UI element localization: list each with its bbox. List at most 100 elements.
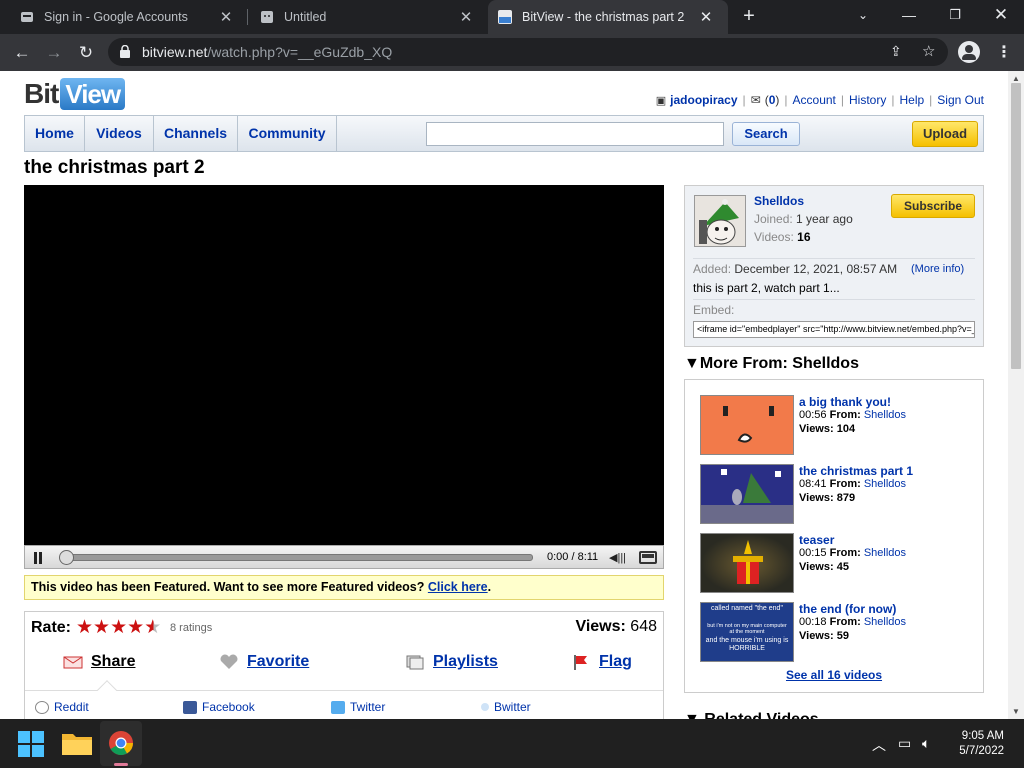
video-thumbnail[interactable] bbox=[700, 464, 794, 524]
uploader-info: Shelldos Joined: 1 year ago Videos: 16 S… bbox=[684, 185, 984, 347]
video-thumbnail[interactable]: called named "the end" but i'm not on my… bbox=[700, 602, 794, 662]
tab-untitled[interactable]: Untitled ✕ bbox=[248, 0, 488, 34]
pause-icon[interactable] bbox=[33, 552, 43, 564]
seek-handle[interactable] bbox=[59, 550, 74, 565]
nav-community[interactable]: Community bbox=[238, 116, 337, 151]
list-item[interactable]: the christmas part 1 08:41 From: Shelldo… bbox=[700, 464, 970, 526]
google-favicon-icon bbox=[21, 12, 33, 22]
video-thumbnail[interactable] bbox=[700, 395, 794, 455]
tab-title: BitView - the christmas part 2 bbox=[522, 10, 685, 24]
related-videos-header[interactable]: ▼ Related Videos bbox=[684, 711, 819, 719]
bitview-logo[interactable]: Bit View bbox=[24, 77, 126, 111]
featured-link[interactable]: Click here bbox=[428, 580, 488, 594]
close-tab-icon[interactable]: ✕ bbox=[218, 8, 234, 26]
share-icon[interactable]: ⇪ bbox=[890, 43, 902, 60]
list-item[interactable]: a big thank you! 00:56 From: Shelldos Vi… bbox=[700, 395, 970, 457]
share-facebook[interactable]: Facebook bbox=[183, 700, 255, 714]
star-rating[interactable]: ★ ★ ★ ★ ★ bbox=[76, 618, 161, 638]
reddit-icon bbox=[35, 700, 49, 714]
list-item[interactable]: called named "the end" but i'm not on my… bbox=[700, 602, 970, 664]
video-views: Views: 45 bbox=[799, 561, 849, 573]
network-icon[interactable]: ▭ bbox=[898, 735, 911, 752]
share-twitter[interactable]: Twitter bbox=[331, 700, 385, 714]
video-title-link[interactable]: the christmas part 1 bbox=[799, 464, 913, 478]
subscribe-button[interactable]: Subscribe bbox=[891, 194, 975, 218]
page-scrollbar[interactable]: ▲ ▼ bbox=[1008, 71, 1024, 719]
uploader-name[interactable]: Shelldos bbox=[754, 194, 804, 208]
forward-button[interactable]: → bbox=[42, 41, 66, 65]
uploader-avatar[interactable] bbox=[694, 195, 746, 247]
share-reddit[interactable]: Reddit bbox=[35, 700, 89, 714]
video-title-link[interactable]: a big thank you! bbox=[799, 395, 891, 409]
chrome-taskbar-button[interactable] bbox=[100, 721, 142, 766]
file-explorer-icon[interactable] bbox=[62, 731, 92, 755]
nav-channels[interactable]: Channels bbox=[154, 116, 238, 151]
volume-tray-icon[interactable]: 🔈︎ bbox=[922, 735, 930, 752]
browser-menu-icon[interactable]: ⋮ bbox=[996, 42, 1012, 62]
close-tab-icon[interactable]: ✕ bbox=[458, 8, 474, 26]
search-button[interactable]: Search bbox=[732, 122, 800, 146]
bookmark-star-icon[interactable]: ☆ bbox=[922, 42, 935, 60]
see-all-videos-link[interactable]: See all 16 videos bbox=[685, 668, 983, 682]
fullscreen-icon[interactable] bbox=[639, 551, 657, 564]
show-hidden-icons[interactable]: ︿ bbox=[872, 735, 886, 755]
minimize-button[interactable]: — bbox=[886, 0, 932, 30]
video-title-link[interactable]: teaser bbox=[799, 533, 834, 547]
history-link[interactable]: History bbox=[849, 93, 886, 107]
upload-button[interactable]: Upload bbox=[912, 121, 978, 147]
mail-icon[interactable]: ✉ bbox=[751, 93, 761, 107]
account-link[interactable]: Account bbox=[793, 93, 836, 107]
list-item[interactable]: teaser 00:15 From: Shelldos Views: 45 bbox=[700, 533, 970, 595]
facebook-icon bbox=[183, 700, 197, 714]
username-link[interactable]: jadoopiracy bbox=[670, 93, 737, 107]
half-star-icon[interactable]: ★ bbox=[144, 618, 161, 638]
close-window-button[interactable]: ✕ bbox=[978, 0, 1024, 30]
new-tab-button[interactable]: + bbox=[738, 5, 760, 27]
back-button[interactable]: ← bbox=[10, 41, 34, 65]
video-title-link[interactable]: the end (for now) bbox=[799, 602, 896, 616]
star-icon[interactable]: ★ bbox=[76, 618, 93, 638]
more-from-list: a big thank you! 00:56 From: Shelldos Vi… bbox=[684, 379, 984, 693]
reload-button[interactable]: ↻ bbox=[74, 41, 98, 65]
heart-icon bbox=[220, 654, 238, 669]
search-input[interactable] bbox=[426, 122, 724, 146]
embed-code-field[interactable]: <iframe id="embedplayer" src="http://www… bbox=[693, 321, 975, 338]
flag-button[interactable]: Flag bbox=[571, 653, 632, 671]
address-bar[interactable]: bitview.net/watch.php?v=__eGuZdb_XQ ⇪ ☆ bbox=[108, 38, 948, 66]
video-thumbnail[interactable] bbox=[700, 533, 794, 593]
star-icon[interactable]: ★ bbox=[127, 618, 144, 638]
sign-out-link[interactable]: Sign Out bbox=[937, 93, 984, 107]
browser-toolbar: ← → ↻ bitview.net/watch.php?v=__eGuZdb_X… bbox=[0, 34, 1024, 71]
system-clock[interactable]: 9:05 AM 5/7/2022 bbox=[959, 729, 1004, 759]
star-icon[interactable]: ★ bbox=[93, 618, 110, 638]
more-from-header[interactable]: ▼More From: Shelldos bbox=[684, 355, 859, 373]
seek-bar[interactable] bbox=[61, 554, 533, 561]
playlists-button[interactable]: Playlists bbox=[405, 653, 498, 671]
star-icon[interactable]: ★ bbox=[110, 618, 127, 638]
share-panel: Reddit Facebook Twitter Bwitter bbox=[25, 680, 663, 719]
share-bwitter[interactable]: Bwitter bbox=[481, 700, 531, 714]
page-content: Bit View ▣ jadoopiracy | ✉ (0) | Account… bbox=[0, 71, 1008, 719]
uploader-video-count: Videos: 16 bbox=[754, 230, 811, 244]
share-button[interactable]: Share bbox=[63, 653, 135, 671]
restore-button[interactable]: ❐ bbox=[932, 0, 978, 30]
nav-home[interactable]: Home bbox=[25, 116, 85, 151]
featured-notice: This video has been Featured. Want to se… bbox=[24, 575, 664, 600]
volume-icon[interactable]: ◀||| bbox=[609, 551, 626, 564]
profile-avatar-icon[interactable] bbox=[958, 41, 980, 63]
more-info-link[interactable]: (More info) bbox=[911, 263, 964, 275]
favorite-button[interactable]: Favorite bbox=[219, 653, 309, 671]
windows-start-icon[interactable] bbox=[18, 731, 44, 757]
close-tab-icon[interactable]: ✕ bbox=[698, 8, 714, 26]
tab-google-accounts[interactable]: Sign in - Google Accounts ✕ bbox=[0, 0, 248, 34]
tab-bitview[interactable]: BitView - the christmas part 2 ✕ bbox=[488, 0, 728, 34]
video-player[interactable] bbox=[24, 185, 664, 545]
nav-videos[interactable]: Videos bbox=[85, 116, 154, 151]
windows-taskbar: ︿ ▭ 🔈︎ 9:05 AM 5/7/2022 bbox=[0, 719, 1024, 768]
playlist-icon bbox=[406, 655, 424, 670]
tab-search-icon[interactable]: ⌄ bbox=[840, 0, 886, 30]
messages-count-link[interactable]: (0) bbox=[765, 93, 780, 107]
scrollbar-thumb[interactable] bbox=[1011, 83, 1021, 369]
help-link[interactable]: Help bbox=[899, 93, 924, 107]
bwitter-icon bbox=[481, 703, 489, 711]
